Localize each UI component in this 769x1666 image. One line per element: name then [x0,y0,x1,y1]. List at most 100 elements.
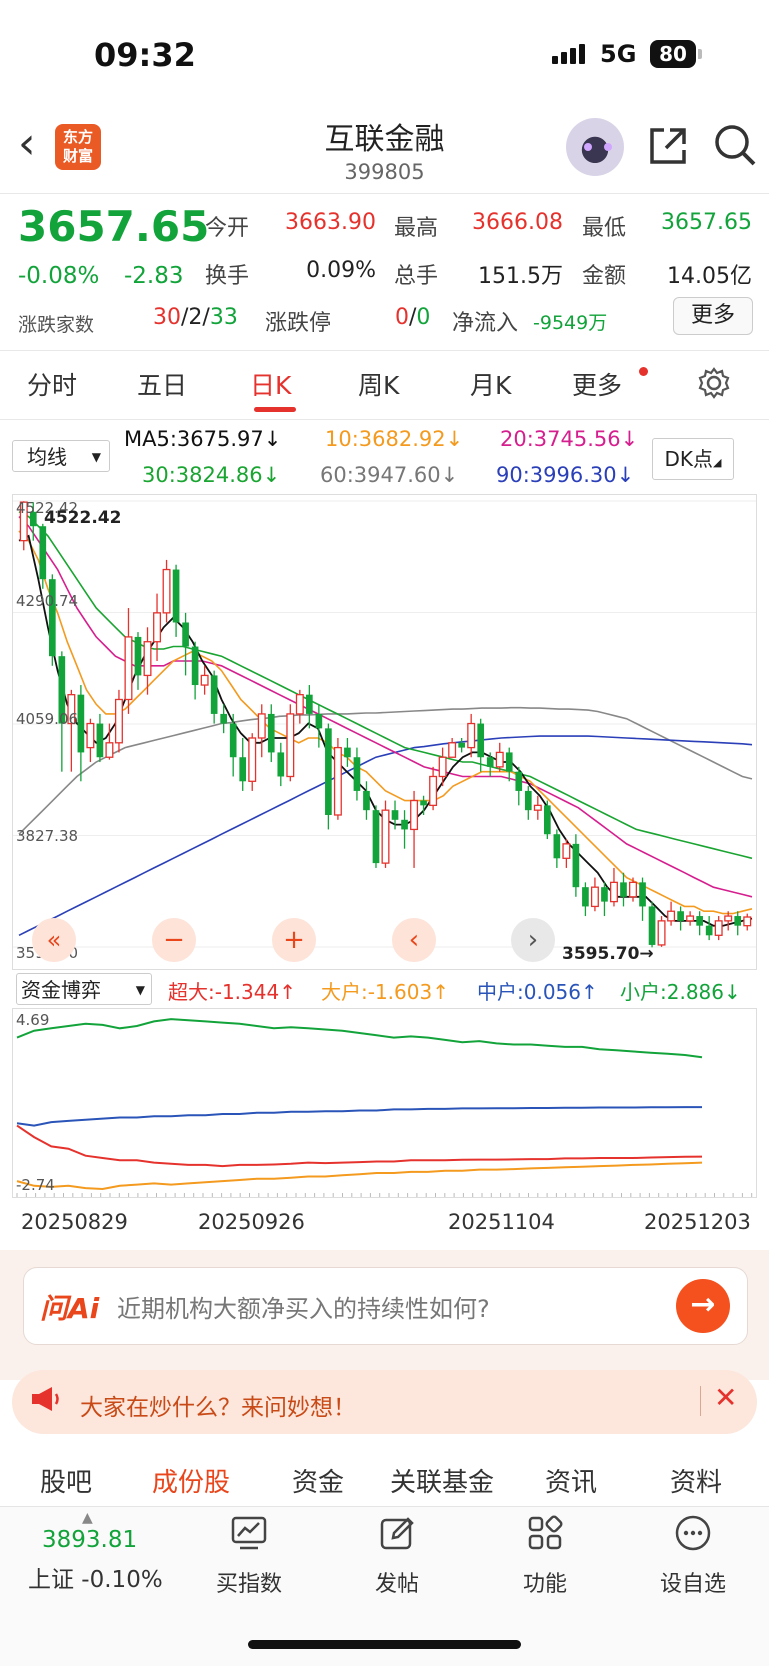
date-label: 20250829 [21,1210,128,1234]
candle-body [363,790,370,811]
candle [344,737,351,767]
ma20-label: 20:3745.56↓ [500,427,639,451]
zoom-in-icon[interactable]: + [272,918,316,962]
candle [353,747,361,801]
settings-gear-icon[interactable] [697,366,731,404]
large-flow-line [16,1161,703,1191]
candle-body [134,636,142,676]
date-label: 20250926 [198,1210,305,1234]
date-label: 20251104 [448,1210,555,1234]
add-watchlist-button[interactable]: 设自选 [638,1514,748,1598]
close-icon[interactable]: ✕ [714,1381,737,1414]
candle-body [448,742,457,758]
candle-body [381,809,390,864]
divider [0,193,769,194]
candle [734,911,742,936]
assistant-avatar-icon[interactable] [566,118,624,176]
limit-values: 0/0 [395,305,431,330]
ai-send-arrow-icon[interactable]: → [676,1279,730,1333]
candle-body [609,881,618,903]
share-icon[interactable] [646,124,690,172]
ma5-label: MA5:3675.97↓ [124,427,282,451]
candle [572,834,580,897]
candle-body [48,579,56,657]
low-value: 3657.65 [661,210,752,235]
tab-intraday[interactable]: 分时 [27,366,77,402]
open-label: 今开 [205,216,250,241]
candle [67,689,76,772]
search-icon[interactable] [712,122,758,172]
candle-body [458,742,465,748]
tab-weekly-k[interactable]: 周K [358,366,399,402]
candle-body [143,641,152,677]
candle-body [657,920,666,946]
tab-components[interactable]: 成份股 [152,1462,230,1499]
candle-body [648,906,656,945]
ma10-label: 10:3682.92↓ [325,427,464,451]
more-button[interactable]: 更多 [673,297,753,335]
candle-body [467,722,476,749]
capital-y-top: 4.69 [16,1011,50,1029]
kline-chart[interactable] [12,494,757,970]
candle [277,742,285,787]
last-price: 3657.65 [18,202,210,251]
indicator-selector[interactable]: 资金博弈 ▼ [16,973,152,1005]
tab-daily-k[interactable]: 日K [250,366,291,402]
tab-monthly-k[interactable]: 月K [470,366,511,402]
rewind-icon[interactable]: « [32,918,76,962]
functions-button[interactable]: 功能 [490,1514,600,1598]
tab-news[interactable]: 资讯 [545,1462,597,1499]
candle [714,916,723,941]
tab-capital[interactable]: 资金 [292,1462,344,1499]
scroll-left-icon[interactable]: ‹ [392,918,436,962]
scroll-right-icon[interactable]: › [511,918,555,962]
candle-body [200,674,209,686]
candle-body [705,925,713,936]
candle [286,704,295,782]
candle-body [477,723,485,758]
status-time: 09:32 [94,36,196,74]
candle [677,906,684,931]
expand-up-icon[interactable]: ▲ [82,1510,93,1526]
ai-prompt-text[interactable]: 近期机构大额净买入的持续性如何? [117,1289,490,1324]
candle-body [220,713,228,724]
candle [372,805,380,868]
candle-body [696,916,703,926]
divider [0,350,769,351]
date-label: 20251203 [644,1210,751,1234]
tab-related-funds[interactable]: 关联基金 [390,1462,494,1499]
candle-body [306,694,313,714]
sh-index-value[interactable]: 3893.81 [42,1527,137,1553]
net-inflow-value: -9549万 [533,312,608,334]
net-inflow-label: 净流入 [452,311,519,336]
candle-body [543,805,551,835]
candle [39,523,47,589]
volume-value: 151.5万 [478,264,563,289]
candle-body [553,834,561,859]
candle-body [114,698,123,744]
signal-icon [552,44,588,64]
tab-more[interactable]: 更多 [572,366,622,402]
tab-profile[interactable]: 资料 [670,1462,722,1499]
candle [248,733,257,791]
dk-point-button[interactable]: DK点◢ [652,438,734,480]
candle-body [667,910,676,922]
candle [315,704,323,748]
tab-five-day[interactable]: 五日 [137,366,187,402]
super-flow-label: 超大:-1.344↑ [168,980,296,1004]
candle-body [105,742,114,758]
candle-body [562,843,571,859]
sh-index-label[interactable]: 上证 -0.10% [28,1560,163,1594]
candle [124,608,133,714]
candle-body [391,810,399,820]
candle [114,689,123,753]
zoom-out-icon[interactable]: − [152,918,196,962]
candle-body [353,757,361,791]
ma-selector[interactable]: 均线 ▼ [12,440,110,472]
candle-body [257,713,266,739]
tab-guba[interactable]: 股吧 [40,1462,92,1499]
post-button[interactable]: 发帖 [342,1514,452,1598]
candle [295,689,304,724]
buy-index-button[interactable]: 买指数 [194,1514,304,1598]
banner-text[interactable]: 大家在炒什么？来问妙想！ [80,1388,356,1422]
